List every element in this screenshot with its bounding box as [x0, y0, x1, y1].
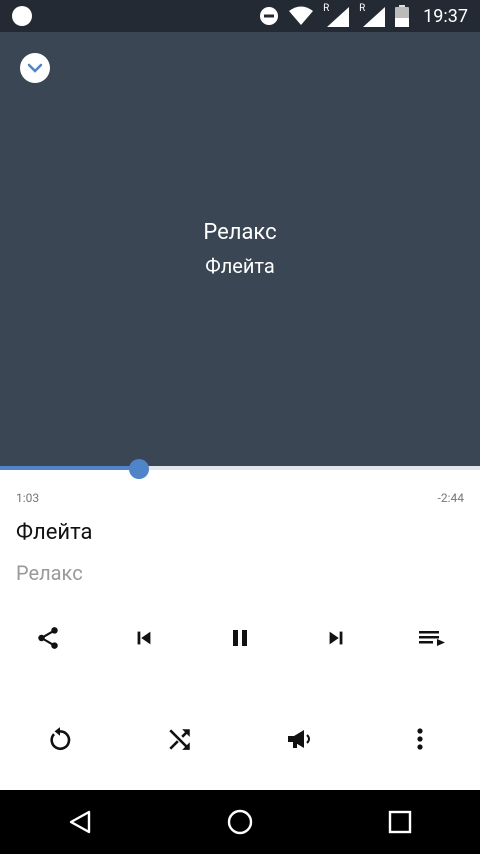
queue-icon — [419, 631, 445, 646]
progress-bar[interactable] — [0, 466, 480, 470]
pause-icon — [233, 630, 247, 646]
notification-dot-icon — [12, 6, 32, 26]
share-button[interactable] — [0, 614, 96, 662]
clock: 19:37 — [423, 5, 468, 27]
roaming-label: R — [323, 3, 330, 14]
album-art: Релакс Флейта — [0, 32, 480, 468]
shuffle-button[interactable] — [120, 715, 240, 763]
recents-button[interactable] — [320, 790, 480, 854]
share-icon — [38, 627, 58, 649]
track-title: Флейта — [16, 520, 93, 545]
remaining-time: -2:44 — [437, 491, 464, 505]
back-button[interactable] — [0, 790, 160, 854]
chevron-down-icon — [27, 63, 43, 73]
art-album-name: Релакс — [203, 220, 277, 245]
more-button[interactable] — [360, 715, 480, 763]
wifi-icon — [289, 6, 314, 25]
back-icon — [69, 810, 91, 834]
roaming-label: R — [359, 3, 366, 14]
status-bar: R R 19:37 — [0, 0, 480, 32]
progress-thumb[interactable] — [129, 459, 150, 479]
queue-button[interactable] — [384, 614, 480, 662]
playback-controls — [0, 614, 480, 662]
home-button[interactable] — [160, 790, 320, 854]
track-artist[interactable]: Релакс — [16, 561, 83, 585]
secondary-controls — [0, 715, 480, 763]
repeat-icon — [50, 727, 71, 750]
navigation-bar — [0, 790, 480, 854]
next-button[interactable] — [288, 614, 384, 662]
next-icon — [329, 631, 343, 645]
elapsed-time: 1:03 — [16, 491, 40, 505]
home-icon — [227, 809, 253, 835]
status-icons: R R 19:37 — [259, 0, 468, 32]
repeat-button[interactable] — [0, 715, 120, 763]
pause-button[interactable] — [192, 614, 288, 662]
battery-icon — [395, 5, 410, 27]
progress-fill — [0, 466, 140, 470]
signal-roaming-icon: R — [359, 3, 386, 27]
art-track-name: Флейта — [205, 254, 275, 278]
broadcast-button[interactable] — [240, 715, 360, 763]
previous-icon — [137, 631, 151, 645]
recents-icon — [388, 810, 412, 834]
shuffle-icon — [169, 729, 190, 750]
do-not-disturb-icon — [260, 7, 279, 25]
more-icon — [417, 728, 423, 750]
broadcast-icon — [288, 730, 310, 748]
previous-button[interactable] — [96, 614, 192, 662]
collapse-button[interactable] — [20, 53, 50, 83]
signal-roaming-icon: R — [323, 3, 350, 27]
